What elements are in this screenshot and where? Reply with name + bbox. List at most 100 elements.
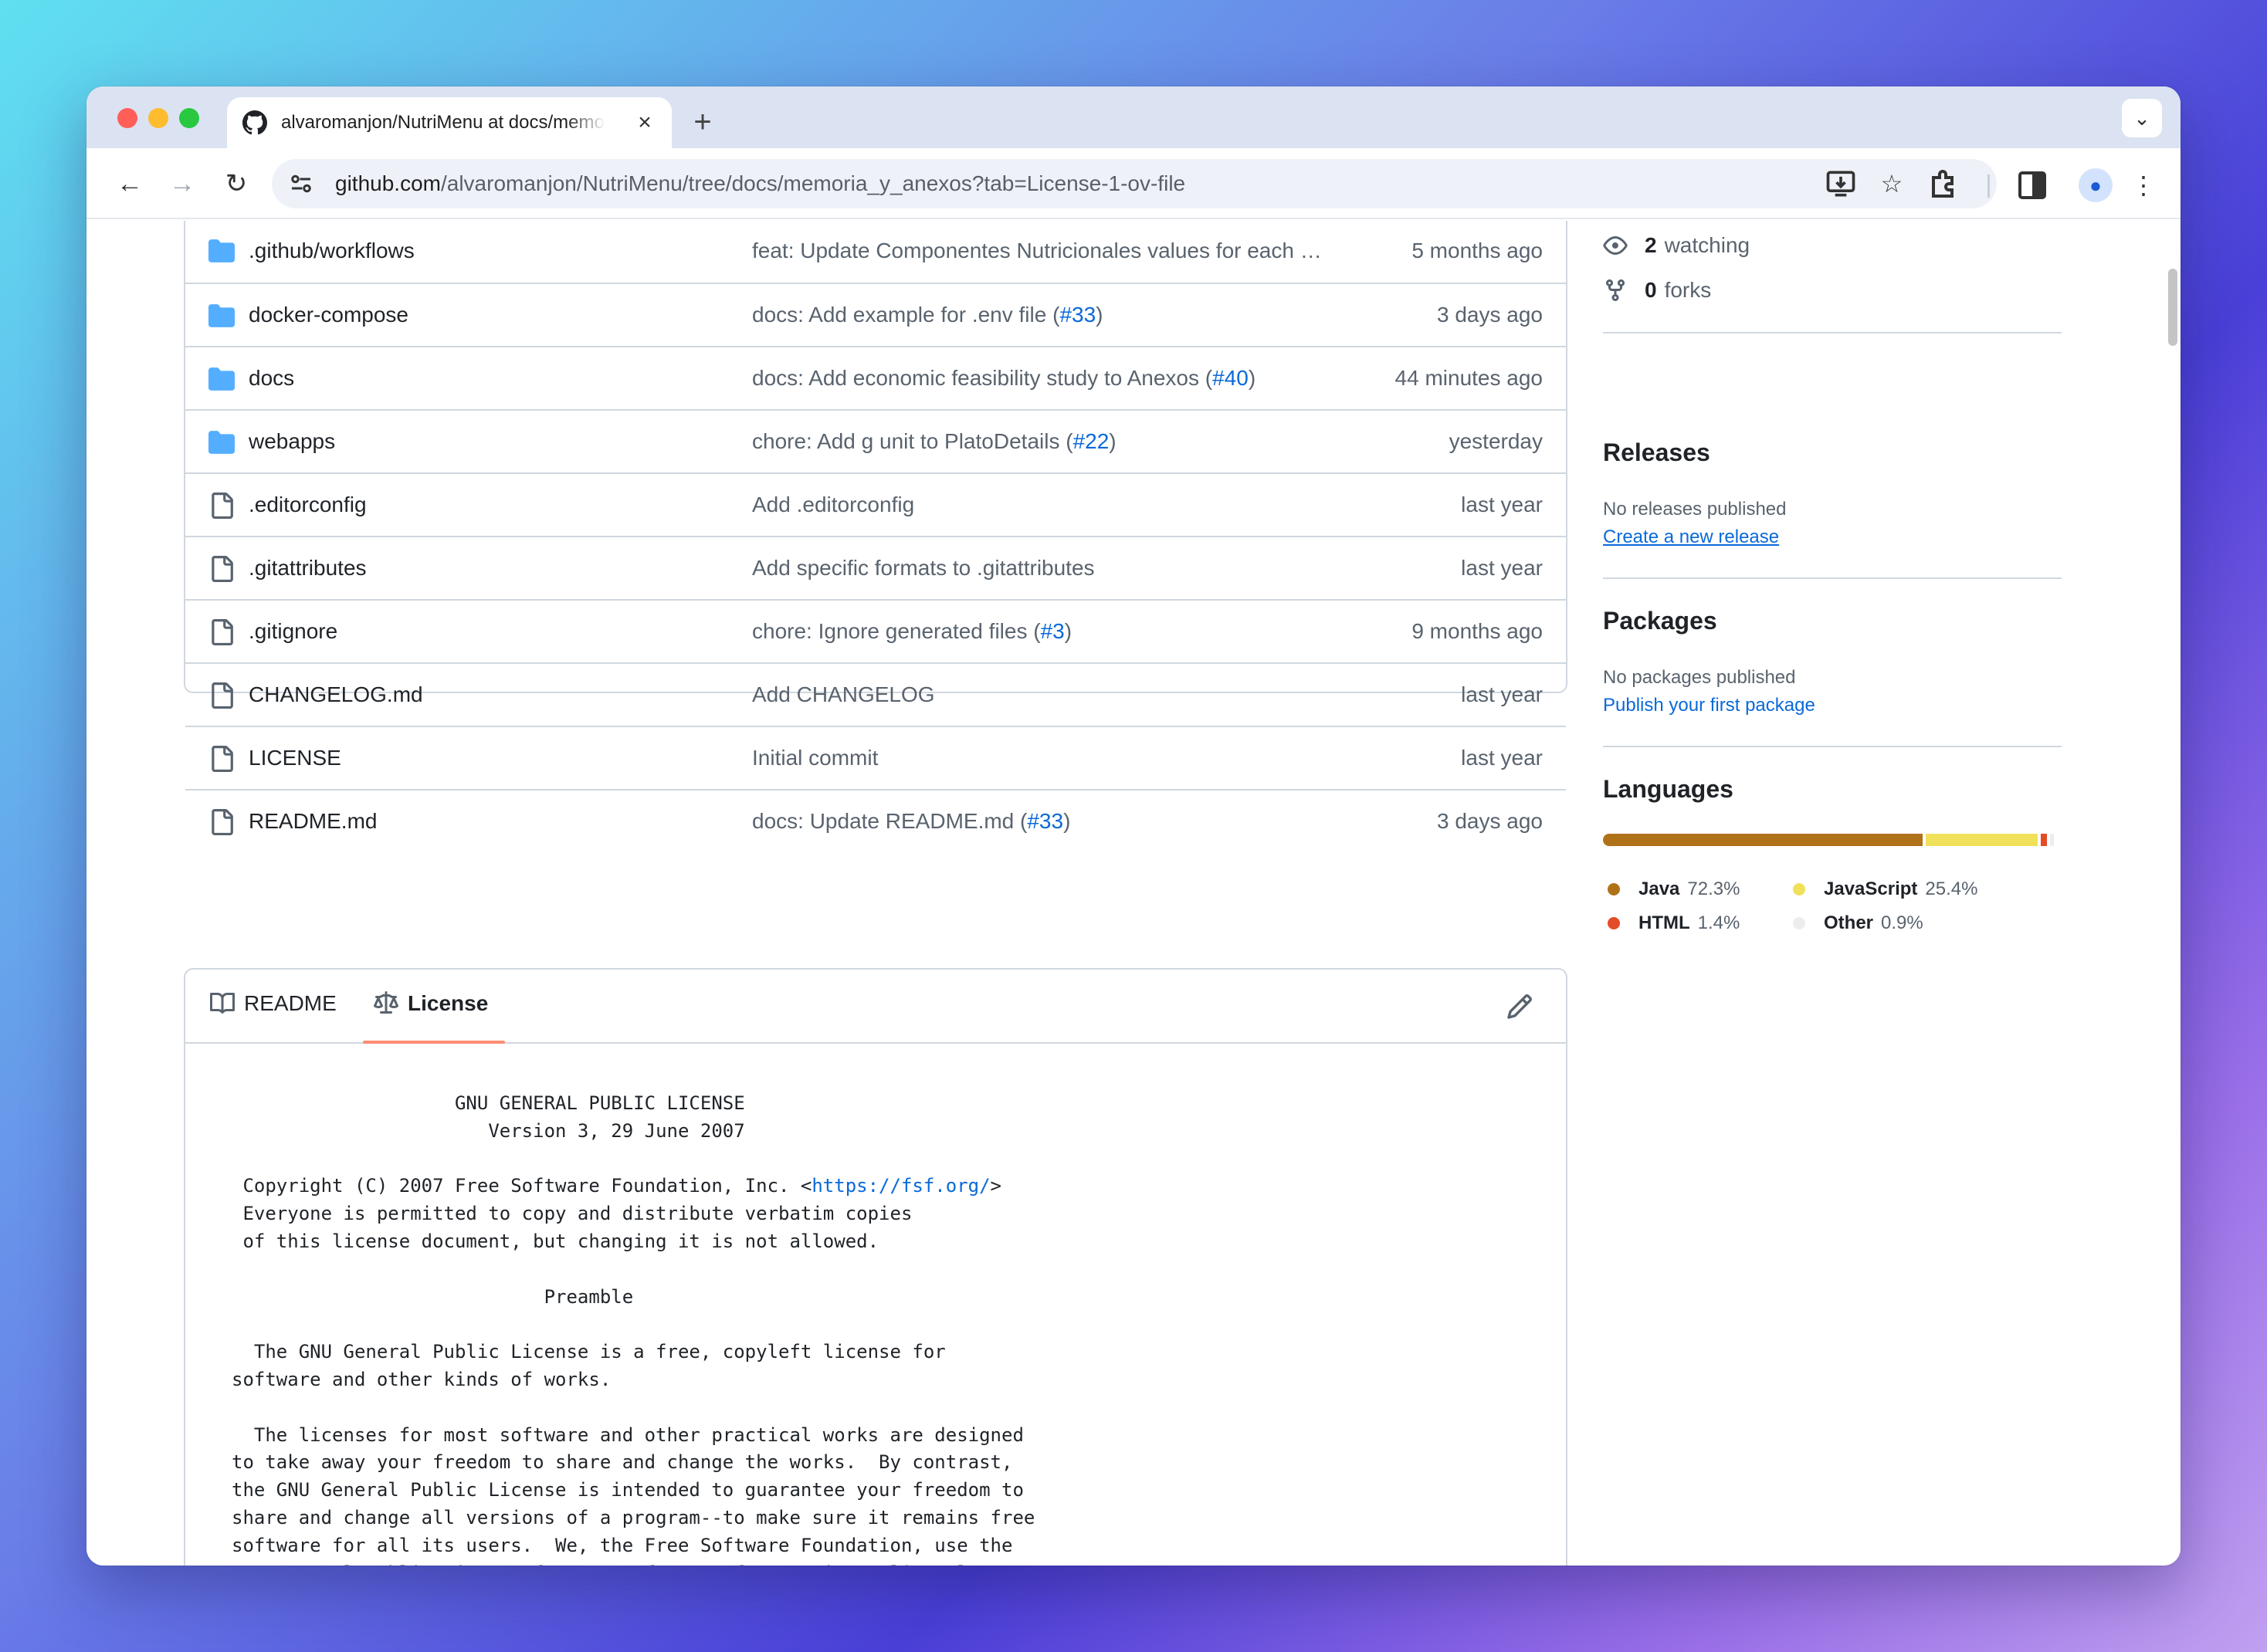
file-row[interactable]: docker-compose docs: Add example for .env… <box>185 283 1566 346</box>
file-icon <box>212 493 233 519</box>
file-name-link[interactable]: .gitignore <box>249 619 337 644</box>
language-bar <box>1603 834 2057 846</box>
commit-message-link[interactable]: docs: Add economic feasibility study to … <box>752 366 1255 391</box>
commit-time: 9 months ago <box>1411 619 1543 643</box>
profile-avatar-icon[interactable]: ● <box>2079 168 2113 202</box>
create-release-link[interactable]: Create a new release <box>1603 526 1779 548</box>
pr-link[interactable]: #33 <box>1027 809 1063 833</box>
language-color-dot <box>1793 883 1805 895</box>
commit-message-link[interactable]: feat: Update Componentes Nutricionales v… <box>752 239 1322 263</box>
folder-icon <box>208 367 235 391</box>
url-text: github.com/alvaromanjon/NutriMenu/tree/d… <box>335 171 1186 195</box>
file-name-link[interactable]: README.md <box>249 809 377 834</box>
pr-link[interactable]: #22 <box>1073 429 1110 453</box>
forward-button[interactable]: → <box>164 165 201 202</box>
commit-message-link[interactable]: Initial commit <box>752 746 878 770</box>
tab-search-button[interactable]: ⌄ <box>2122 99 2162 137</box>
folder-icon <box>208 431 235 454</box>
pr-link[interactable]: #33 <box>1059 303 1096 327</box>
releases-heading[interactable]: Releases <box>1603 438 1710 467</box>
law-scale-icon <box>374 991 398 1014</box>
maximize-window-button[interactable] <box>179 108 199 128</box>
file-name-link[interactable]: CHANGELOG.md <box>249 682 423 707</box>
reload-button[interactable]: ↻ <box>218 165 255 202</box>
forks-stat[interactable]: 0 forks <box>1603 278 1711 303</box>
page-content: .github/workflows feat: Update Componente… <box>86 221 2181 1566</box>
close-tab-icon[interactable]: × <box>632 110 658 136</box>
extensions-icon[interactable] <box>1926 167 1963 204</box>
language-item[interactable]: JavaScript 25.4% <box>1793 878 1977 900</box>
publish-package-link[interactable]: Publish your first package <box>1603 695 1815 716</box>
file-name-link[interactable]: docker-compose <box>249 303 408 327</box>
pr-link[interactable]: #40 <box>1212 366 1249 390</box>
minimize-window-button[interactable] <box>148 108 168 128</box>
packages-heading[interactable]: Packages <box>1603 607 1717 635</box>
browser-window: alvaromanjon/NutriMenu at docs/memoria_y… <box>86 86 2181 1566</box>
releases-empty-text: No releases published <box>1603 499 1787 520</box>
file-list: .github/workflows feat: Update Componente… <box>184 221 1567 835</box>
readme-box: README License GNU GENERAL PUBLIC LICENS… <box>184 968 1567 1566</box>
back-button[interactable]: ← <box>111 165 148 202</box>
site-settings-icon[interactable] <box>287 170 315 198</box>
file-row[interactable]: webapps chore: Add g unit to PlatoDetails… <box>185 409 1566 472</box>
file-row[interactable]: .editorconfig Add .editorconfig last year <box>185 472 1566 536</box>
tab-license[interactable]: License <box>374 991 488 1016</box>
bookmark-star-icon[interactable]: ☆ <box>1875 167 1909 201</box>
page-scrollbar[interactable] <box>2168 269 2177 346</box>
language-color-dot <box>1793 917 1805 929</box>
commit-time: last year <box>1461 556 1543 580</box>
tab-readme[interactable]: README <box>210 991 337 1016</box>
language-bar-segment <box>2040 834 2047 846</box>
watching-stat[interactable]: 2 watching <box>1603 233 1750 258</box>
language-item[interactable]: Other 0.9% <box>1793 912 1923 934</box>
file-name-link[interactable]: .gitattributes <box>249 556 367 581</box>
file-name-link[interactable]: .editorconfig <box>249 493 367 517</box>
browser-toolbar: ← → ↻ github.com/alvaromanjon/NutriMenu/… <box>86 148 2181 219</box>
file-row[interactable]: README.md docs: Update README.md (#33) 3 d… <box>185 789 1566 852</box>
language-bar-segment <box>2049 834 2054 846</box>
commit-time: last year <box>1461 493 1543 516</box>
commit-message-link[interactable]: Add specific formats to .gitattributes <box>752 556 1095 581</box>
file-name-link[interactable]: .github/workflows <box>249 239 415 263</box>
commit-message-link[interactable]: chore: Add g unit to PlatoDetails (#22) <box>752 429 1117 454</box>
github-icon <box>242 110 267 135</box>
tab-strip: alvaromanjon/NutriMenu at docs/memoria_y… <box>86 86 2181 148</box>
edit-pencil-icon[interactable] <box>1506 993 1533 1021</box>
browser-tab[interactable]: alvaromanjon/NutriMenu at docs/memoria_y… <box>227 97 672 148</box>
license-text: GNU GENERAL PUBLIC LICENSE Version 3, 29… <box>232 1092 1035 1566</box>
file-name-link[interactable]: docs <box>249 366 294 391</box>
readme-tab-bar: README License <box>185 970 1566 1044</box>
file-icon <box>212 619 233 645</box>
fsf-link[interactable]: https://fsf.org/ <box>812 1175 990 1197</box>
commit-message-link[interactable]: docs: Update README.md (#33) <box>752 809 1070 834</box>
commit-message-link[interactable]: docs: Add example for .env file (#33) <box>752 303 1103 327</box>
commit-time: 3 days ago <box>1437 303 1543 327</box>
file-name-link[interactable]: LICENSE <box>249 746 341 770</box>
language-color-dot <box>1608 883 1620 895</box>
file-row[interactable]: .gitattributes Add specific formats to .g… <box>185 536 1566 599</box>
side-panel-icon[interactable] <box>2014 167 2051 204</box>
language-item[interactable]: HTML 1.4% <box>1608 912 1740 934</box>
language-color-dot <box>1608 917 1620 929</box>
language-bar-segment <box>1603 834 1923 846</box>
file-row[interactable]: docs docs: Add economic feasibility study… <box>185 346 1566 409</box>
folder-icon <box>208 239 235 262</box>
install-app-icon[interactable] <box>1824 167 1858 201</box>
language-item[interactable]: Java 72.3% <box>1608 878 1740 900</box>
file-row[interactable]: .github/workflows feat: Update Componente… <box>185 221 1566 283</box>
close-window-button[interactable] <box>117 108 137 128</box>
menu-kebab-icon[interactable]: ⋮ <box>2125 167 2162 204</box>
file-row[interactable]: CHANGELOG.md Add CHANGELOG last year <box>185 662 1566 726</box>
new-tab-button[interactable]: + <box>681 100 724 144</box>
file-row[interactable]: .gitignore chore: Ignore generated files … <box>185 599 1566 662</box>
eye-icon <box>1603 236 1628 255</box>
commit-time: last year <box>1461 682 1543 706</box>
file-name-link[interactable]: webapps <box>249 429 335 454</box>
address-bar[interactable]: github.com/alvaromanjon/NutriMenu/tree/d… <box>272 159 1997 208</box>
languages-heading: Languages <box>1603 775 1733 803</box>
commit-message-link[interactable]: chore: Ignore generated files (#3) <box>752 619 1072 644</box>
commit-message-link[interactable]: Add CHANGELOG <box>752 682 935 707</box>
commit-message-link[interactable]: Add .editorconfig <box>752 493 914 517</box>
file-row[interactable]: LICENSE Initial commit last year <box>185 726 1566 789</box>
pr-link[interactable]: #3 <box>1041 619 1065 643</box>
